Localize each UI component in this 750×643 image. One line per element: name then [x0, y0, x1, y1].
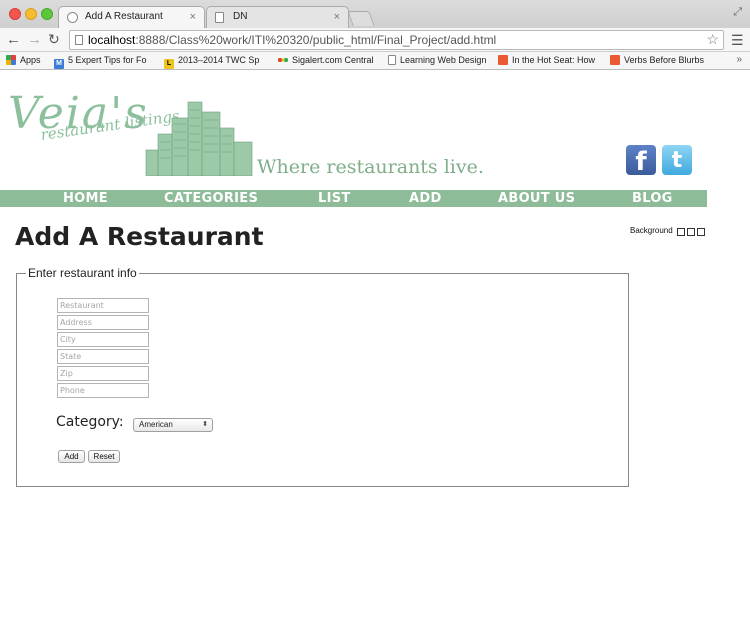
page-title: Add A Restaurant	[15, 222, 264, 251]
tab-title: Add A Restaurant	[85, 11, 163, 22]
nav-categories[interactable]: CATEGORIES	[164, 191, 258, 206]
new-tab-button[interactable]	[347, 11, 375, 26]
restaurant-form: Enter restaurant info Restaurant Address…	[16, 266, 629, 487]
minimize-window-button[interactable]	[25, 8, 37, 20]
background-swatch-2[interactable]	[686, 228, 695, 236]
skyline-illustration	[145, 101, 253, 176]
site-tagline: Where restaurants live.	[257, 156, 484, 178]
close-tab-icon[interactable]: ×	[190, 11, 196, 23]
category-selected-value: American	[139, 420, 173, 429]
m-icon: M	[54, 59, 64, 69]
browser-toolbar: ← → ↻ localhost:8888/Class%20work/ITI%20…	[0, 28, 750, 52]
bookmark-label: Apps	[20, 55, 41, 65]
page-icon	[215, 12, 224, 23]
restaurant-name-input[interactable]: Restaurant	[57, 298, 149, 313]
tab-title: DN	[233, 11, 248, 22]
bookmark-star-icon[interactable]: ☆	[706, 31, 719, 48]
browser-chrome: Add A Restaurant × DN × ⤢ ← → ↻ localhos…	[0, 0, 750, 70]
close-window-button[interactable]	[9, 8, 21, 20]
nav-blog[interactable]: BLOG	[632, 191, 673, 206]
reset-button[interactable]: Reset	[88, 450, 120, 463]
zoom-window-button[interactable]	[41, 8, 53, 20]
forward-arrow-icon[interactable]: →	[27, 31, 42, 48]
fullscreen-icon[interactable]: ⤢	[733, 6, 742, 19]
apps-grid-icon	[6, 55, 16, 65]
zip-input[interactable]: Zip	[57, 366, 149, 381]
bookmark-label: 5 Expert Tips for Fo	[68, 55, 147, 65]
page-icon	[388, 55, 396, 65]
facebook-icon[interactable]: f	[626, 145, 656, 177]
background-swatch-1[interactable]	[676, 228, 685, 236]
twitter-icon[interactable]: t	[662, 145, 692, 175]
phone-input[interactable]: Phone	[57, 383, 149, 398]
menu-icon[interactable]: ☰	[731, 32, 744, 49]
bookmark-expert-tips[interactable]: M 5 Expert Tips for Fo	[54, 55, 157, 69]
nav-list[interactable]: LIST	[318, 191, 351, 206]
background-picker: Background	[630, 226, 705, 236]
url-host: localhost	[88, 33, 136, 47]
bookmark-label: In the Hot Seat: How	[512, 55, 596, 65]
city-input[interactable]: City	[57, 332, 149, 347]
form-legend: Enter restaurant info	[26, 266, 139, 280]
background-label: Background	[630, 226, 673, 235]
bookmark-label: Verbs Before Blurbs	[624, 55, 705, 65]
bookmark-apps[interactable]: Apps	[6, 55, 46, 65]
bookmark-label: Sigalert.com Central	[292, 55, 374, 65]
bookmarks-overflow-icon[interactable]: »	[736, 54, 742, 65]
nav-about-us[interactable]: ABOUT US	[498, 191, 575, 206]
category-select[interactable]: American ⬍	[133, 418, 213, 432]
back-arrow-icon[interactable]: ←	[6, 31, 21, 48]
category-label: Category:	[56, 414, 124, 430]
sigalert-icon	[278, 55, 288, 65]
reload-icon[interactable]: ↻	[48, 31, 60, 48]
tab-dn[interactable]: DN ×	[206, 6, 349, 28]
sgg-icon	[498, 55, 508, 65]
select-arrows-icon: ⬍	[202, 421, 208, 428]
close-tab-icon[interactable]: ×	[334, 11, 340, 23]
bookmark-learning-web-design[interactable]: Learning Web Design	[388, 55, 488, 65]
bookmark-label: 2013–2014 TWC Sp	[178, 55, 260, 65]
bookmark-label: Learning Web Design	[400, 55, 487, 65]
address-input[interactable]: Address	[57, 315, 149, 330]
page-content: Veia's restaurant listings Where restaur…	[0, 70, 750, 643]
add-button[interactable]: Add	[58, 450, 85, 463]
bookmark-sigalert[interactable]: Sigalert.com Central	[278, 55, 376, 65]
l-icon: L	[164, 59, 174, 69]
bookmark-hot-seat[interactable]: In the Hot Seat: How	[498, 55, 600, 65]
background-swatch-3[interactable]	[696, 228, 705, 236]
loading-icon	[67, 12, 78, 23]
url-path: :8888/Class%20work/ITI%20320/public_html…	[135, 33, 497, 47]
address-bar[interactable]: localhost:8888/Class%20work/ITI%20320/pu…	[69, 30, 724, 50]
nav-home[interactable]: HOME	[63, 191, 108, 206]
nav-add[interactable]: ADD	[409, 191, 442, 206]
bookmark-verbs-before-blurbs[interactable]: Verbs Before Blurbs	[610, 55, 714, 65]
tab-add-restaurant[interactable]: Add A Restaurant ×	[58, 6, 205, 28]
bookmark-twc[interactable]: L 2013–2014 TWC Sp	[164, 55, 270, 69]
main-nav: HOME CATEGORIES LIST ADD ABOUT US BLOG	[0, 190, 707, 207]
tab-strip: Add A Restaurant × DN × ⤢	[0, 0, 750, 28]
bookmarks-bar: Apps M 5 Expert Tips for Fo L 2013–2014 TW…	[0, 52, 750, 70]
state-input[interactable]: State	[57, 349, 149, 364]
page-icon	[75, 35, 83, 45]
sgg-icon	[610, 55, 620, 65]
